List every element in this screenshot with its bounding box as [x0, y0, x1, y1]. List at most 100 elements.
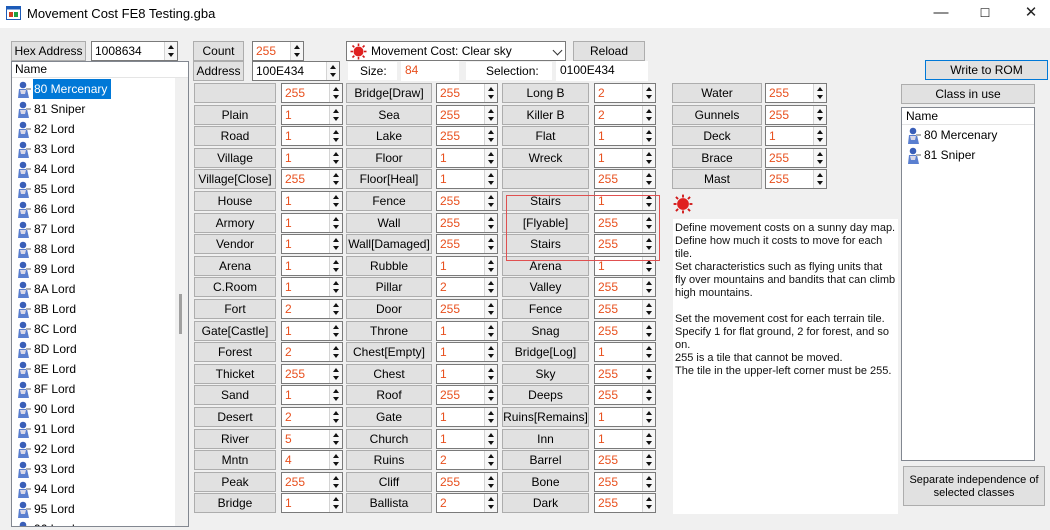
spin-buttons[interactable]: [813, 84, 826, 102]
terrain-cost-input[interactable]: 255: [281, 471, 343, 492]
terrain-label-button[interactable]: Thicket: [194, 363, 276, 384]
spin-buttons[interactable]: [484, 127, 497, 146]
terrain-label-button[interactable]: River: [194, 428, 276, 449]
spin-buttons[interactable]: [329, 343, 342, 362]
terrain-cost-input[interactable]: 1: [436, 255, 498, 276]
terrain-label-button[interactable]: Floor: [346, 147, 432, 168]
terrain-label-button[interactable]: Village: [194, 147, 276, 168]
class-list-item[interactable]: 95 Lord: [12, 499, 177, 519]
terrain-cost-input[interactable]: 1: [281, 104, 343, 125]
terrain-label-button[interactable]: Killer B: [502, 104, 589, 125]
spin-buttons[interactable]: [329, 494, 342, 513]
terrain-cost-input[interactable]: 255: [765, 169, 827, 190]
terrain-label-button[interactable]: Bone: [502, 471, 589, 492]
class-list-item[interactable]: 82 Lord: [12, 119, 177, 139]
terrain-label-button[interactable]: Desert: [194, 407, 276, 427]
class-list-item[interactable]: 8C Lord: [12, 319, 177, 339]
terrain-cost-input[interactable]: 1: [281, 212, 343, 233]
count-input[interactable]: 255: [252, 41, 304, 61]
terrain-cost-input[interactable]: 255: [594, 299, 656, 319]
spin-buttons[interactable]: [329, 170, 342, 189]
terrain-label-button[interactable]: Deeps: [502, 385, 589, 406]
terrain-cost-input[interactable]: 2: [281, 299, 343, 319]
terrain-label-button[interactable]: [194, 83, 276, 103]
reload-button[interactable]: Reload: [573, 41, 645, 61]
count-button[interactable]: Count: [193, 41, 244, 61]
hex-address-input[interactable]: 1008634: [91, 41, 178, 61]
terrain-label-button[interactable]: Bridge: [194, 493, 276, 514]
terrain-cost-input[interactable]: 255: [436, 212, 498, 233]
spin-buttons[interactable]: [326, 62, 339, 80]
spin-buttons[interactable]: [329, 386, 342, 405]
spin-buttons[interactable]: [813, 170, 826, 189]
terrain-cost-input[interactable]: 1: [281, 255, 343, 276]
terrain-label-button[interactable]: Forest: [194, 342, 276, 363]
terrain-cost-input[interactable]: 255: [594, 493, 656, 514]
minimize-button[interactable]: —: [918, 0, 964, 28]
class-list-item[interactable]: 89 Lord: [12, 259, 177, 279]
terrain-cost-input[interactable]: 255: [594, 363, 656, 384]
terrain-cost-input[interactable]: 255: [436, 126, 498, 147]
terrain-cost-input[interactable]: 1: [281, 385, 343, 406]
terrain-label-button[interactable]: [502, 169, 589, 190]
class-list-item[interactable]: 8D Lord: [12, 339, 177, 359]
terrain-label-button[interactable]: Plain: [194, 104, 276, 125]
scrollbar-thumb[interactable]: [179, 294, 182, 334]
class-list-item[interactable]: 80 Mercenary: [12, 79, 177, 99]
hex-address-button[interactable]: Hex Address: [11, 41, 86, 61]
spin-buttons[interactable]: [484, 364, 497, 383]
spin-buttons[interactable]: [329, 364, 342, 383]
terrain-label-button[interactable]: Wreck: [502, 147, 589, 168]
class-list-item[interactable]: 92 Lord: [12, 439, 177, 459]
spin-buttons[interactable]: [329, 84, 342, 102]
terrain-cost-input[interactable]: 1: [436, 147, 498, 168]
class-list-item[interactable]: 93 Lord: [12, 459, 177, 479]
terrain-label-button[interactable]: Water: [672, 83, 762, 103]
terrain-label-button[interactable]: Snag: [502, 320, 589, 341]
spin-buttons[interactable]: [484, 408, 497, 426]
address-input[interactable]: 100E434: [252, 61, 340, 81]
write-to-rom-button[interactable]: Write to ROM: [925, 60, 1048, 80]
terrain-cost-input[interactable]: 2: [281, 342, 343, 363]
terrain-label-button[interactable]: Door: [346, 299, 432, 319]
terrain-label-button[interactable]: Vendor: [194, 234, 276, 255]
class-list-item[interactable]: 85 Lord: [12, 179, 177, 199]
class-list[interactable]: Name 80 Mercenary 81 Sniper 82 Lord 83 Lord…: [11, 61, 189, 527]
spin-buttons[interactable]: [642, 170, 655, 189]
terrain-label-button[interactable]: Sand: [194, 385, 276, 406]
spin-buttons[interactable]: [484, 148, 497, 167]
terrain-cost-input[interactable]: 255: [594, 450, 656, 471]
class-list-item[interactable]: 94 Lord: [12, 479, 177, 499]
spin-buttons[interactable]: [484, 235, 497, 254]
terrain-cost-input[interactable]: 255: [765, 83, 827, 103]
terrain-cost-input[interactable]: 255: [436, 471, 498, 492]
spin-buttons[interactable]: [329, 192, 342, 210]
terrain-label-button[interactable]: Cliff: [346, 471, 432, 492]
spin-buttons[interactable]: [329, 278, 342, 297]
terrain-cost-input[interactable]: 255: [765, 104, 827, 125]
class-list-item[interactable]: 8F Lord: [12, 379, 177, 399]
movement-type-combo[interactable]: Movement Cost: Clear sky: [346, 41, 566, 61]
terrain-label-button[interactable]: Pillar: [346, 277, 432, 298]
terrain-cost-input[interactable]: 2: [594, 104, 656, 125]
terrain-cost-input[interactable]: 2: [594, 83, 656, 103]
spin-buttons[interactable]: [329, 148, 342, 167]
terrain-cost-input[interactable]: 5: [281, 428, 343, 449]
terrain-label-button[interactable]: Long B: [502, 83, 589, 103]
terrain-label-button[interactable]: Fence: [502, 299, 589, 319]
terrain-label-button[interactable]: Lake: [346, 126, 432, 147]
class-list-item[interactable]: 88 Lord: [12, 239, 177, 259]
terrain-label-button[interactable]: Flat: [502, 126, 589, 147]
address-button[interactable]: Address: [193, 61, 244, 81]
terrain-cost-input[interactable]: 255: [436, 385, 498, 406]
close-button[interactable]: ✕: [1008, 0, 1050, 28]
spin-buttons[interactable]: [642, 429, 655, 448]
terrain-cost-input[interactable]: 255: [281, 83, 343, 103]
terrain-cost-input[interactable]: 255: [281, 363, 343, 384]
terrain-label-button[interactable]: Village[Close]: [194, 169, 276, 190]
terrain-cost-input[interactable]: 255: [436, 83, 498, 103]
spin-buttons[interactable]: [329, 235, 342, 254]
spin-buttons[interactable]: [484, 256, 497, 275]
terrain-cost-input[interactable]: 1: [281, 277, 343, 298]
spin-buttons[interactable]: [329, 451, 342, 470]
